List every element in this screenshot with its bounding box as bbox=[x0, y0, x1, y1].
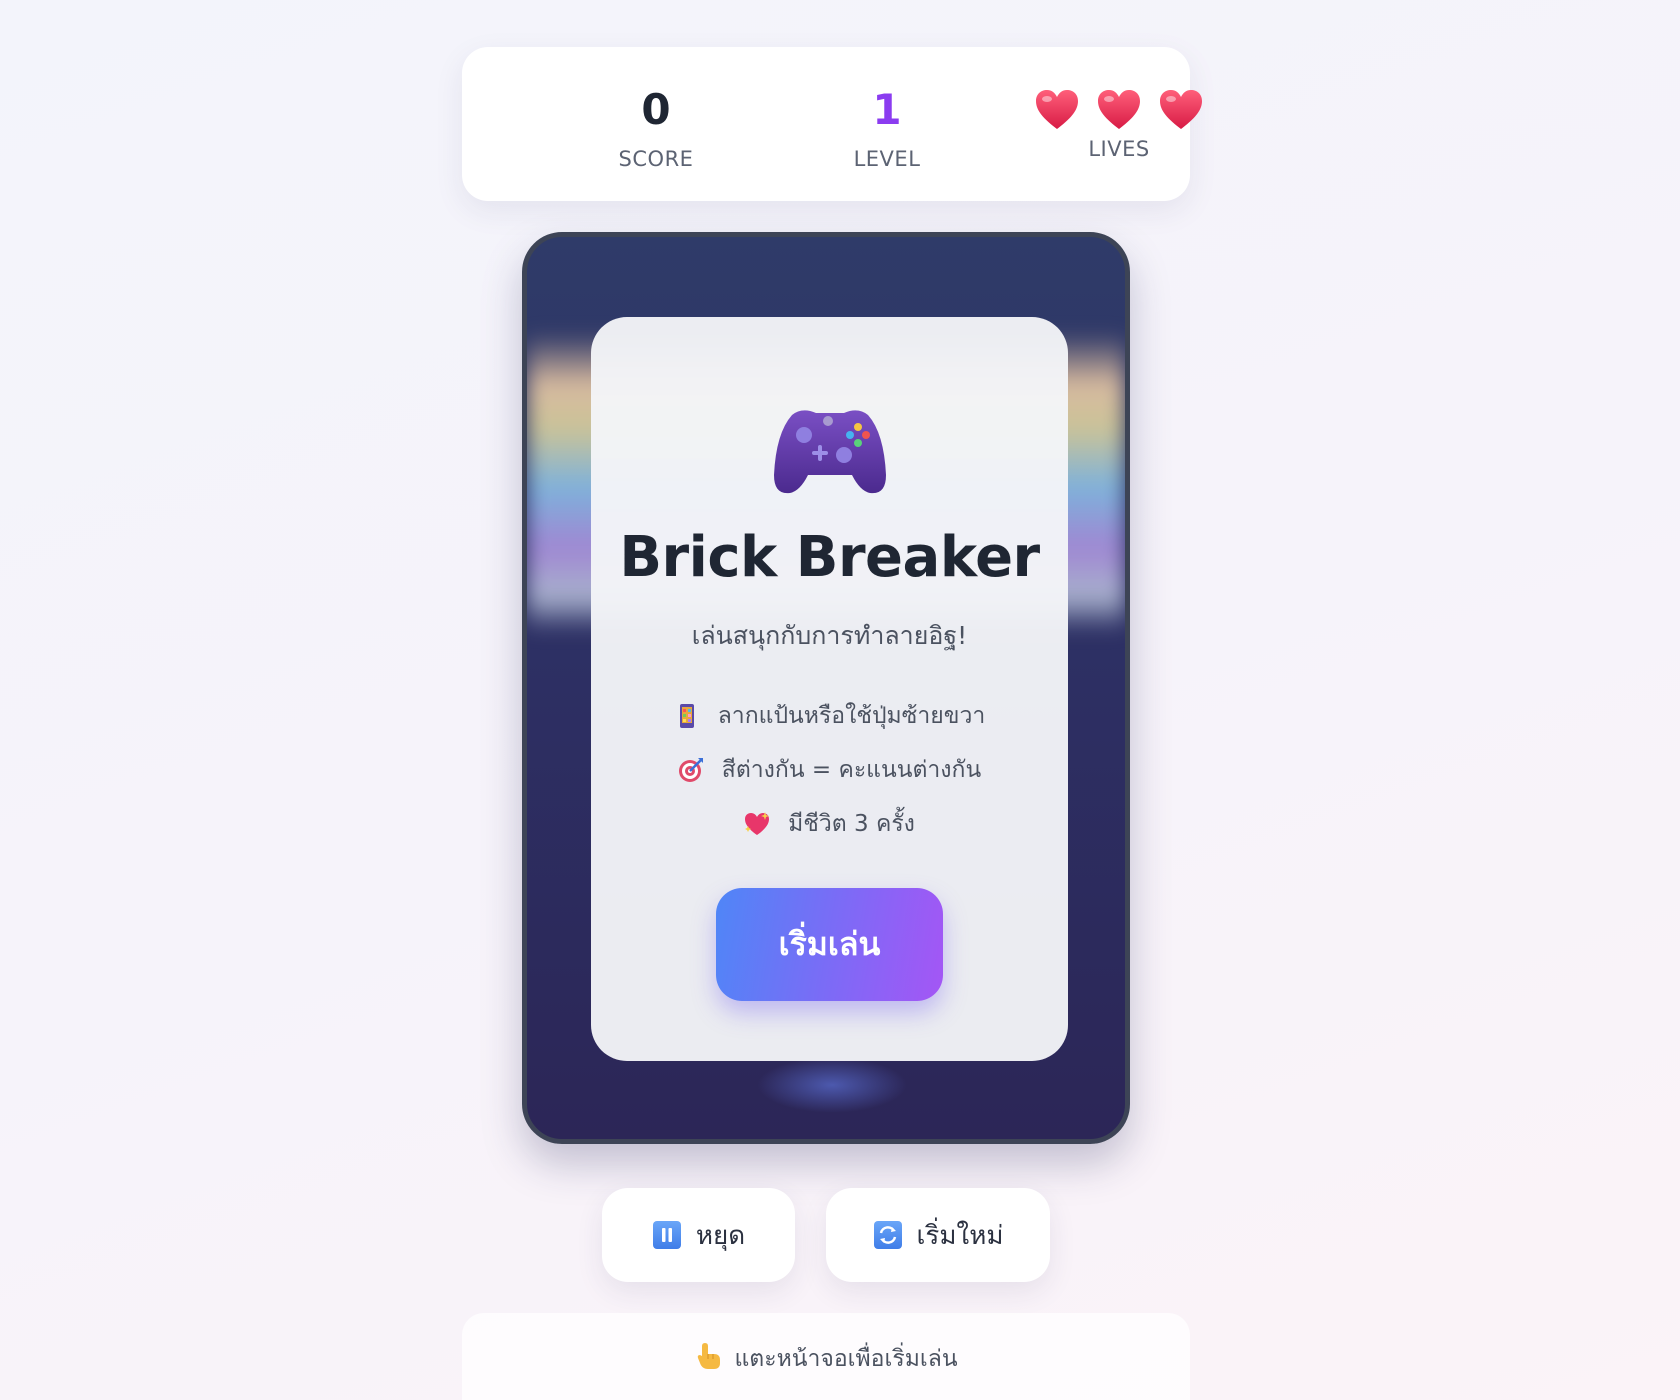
restart-icon bbox=[873, 1221, 902, 1249]
rule-item: มีชีวิต 3 ครั้ง bbox=[744, 808, 915, 840]
target-icon bbox=[678, 758, 703, 782]
lives-stat: LIVES bbox=[1019, 47, 1219, 201]
level-value: 1 bbox=[872, 85, 902, 134]
level-stat: 1 LEVEL bbox=[787, 47, 987, 201]
start-game-button[interactable]: เริ่มเล่น bbox=[716, 888, 943, 1001]
score-label: SCORE bbox=[618, 147, 694, 171]
game-board[interactable]: Brick Breaker เล่นสนุกกับการทำลายอิฐ! ลา… bbox=[522, 232, 1130, 1144]
lives-label: LIVES bbox=[1088, 137, 1150, 161]
rule-text: มีชีวิต 3 ครั้ง bbox=[788, 811, 915, 837]
rule-text: สีต่างกัน = คะแนนต่างกัน bbox=[721, 757, 982, 783]
rules-list: ลากแป้นหรือใช้ปุ่มซ้ายขวา สีต่างกัน = คะ… bbox=[674, 700, 986, 840]
score-stat: 0 SCORE bbox=[556, 47, 756, 201]
restart-label: เริ่มใหม่ bbox=[916, 1220, 1004, 1251]
heart-icon bbox=[1098, 90, 1140, 129]
heart-icon bbox=[1160, 90, 1202, 129]
rule-item: ลากแป้นหรือใช้ปุ่มซ้ายขวา bbox=[674, 700, 986, 732]
pause-label: หยุด bbox=[695, 1220, 746, 1251]
sparkling-heart-icon bbox=[745, 812, 770, 835]
heart-icon bbox=[1036, 90, 1078, 129]
game-controller-icon bbox=[773, 410, 886, 494]
level-label: LEVEL bbox=[853, 147, 921, 171]
pause-button[interactable]: หยุด bbox=[602, 1188, 795, 1282]
start-overlay: Brick Breaker เล่นสนุกกับการทำลายอิฐ! ลา… bbox=[591, 317, 1068, 1061]
mobile-phone-icon bbox=[679, 704, 694, 728]
hint-text: แตะหน้าจอเพื่อเริ่มเล่น bbox=[734, 1346, 958, 1372]
game-title: Brick Breaker bbox=[619, 525, 1040, 590]
pointing-hand-icon bbox=[698, 1343, 721, 1369]
paddle[interactable] bbox=[757, 1057, 907, 1113]
rule-item: สีต่างกัน = คะแนนต่างกัน bbox=[678, 754, 981, 786]
score-value: 0 bbox=[641, 85, 671, 134]
game-page: 0 SCORE 1 LEVEL LIVES Brick Breaker เล่น… bbox=[0, 0, 1680, 1400]
restart-button[interactable]: เริ่มใหม่ bbox=[826, 1188, 1050, 1282]
hint-bar: แตะหน้าจอเพื่อเริ่มเล่น bbox=[462, 1313, 1190, 1400]
game-subtitle: เล่นสนุกกับการทำลายอิฐ! bbox=[691, 621, 968, 650]
pause-icon bbox=[652, 1221, 681, 1249]
lives-hearts bbox=[1035, 89, 1203, 135]
stats-panel: 0 SCORE 1 LEVEL LIVES bbox=[462, 47, 1202, 201]
rule-text: ลากแป้นหรือใช้ปุ่มซ้ายขวา bbox=[717, 703, 986, 729]
